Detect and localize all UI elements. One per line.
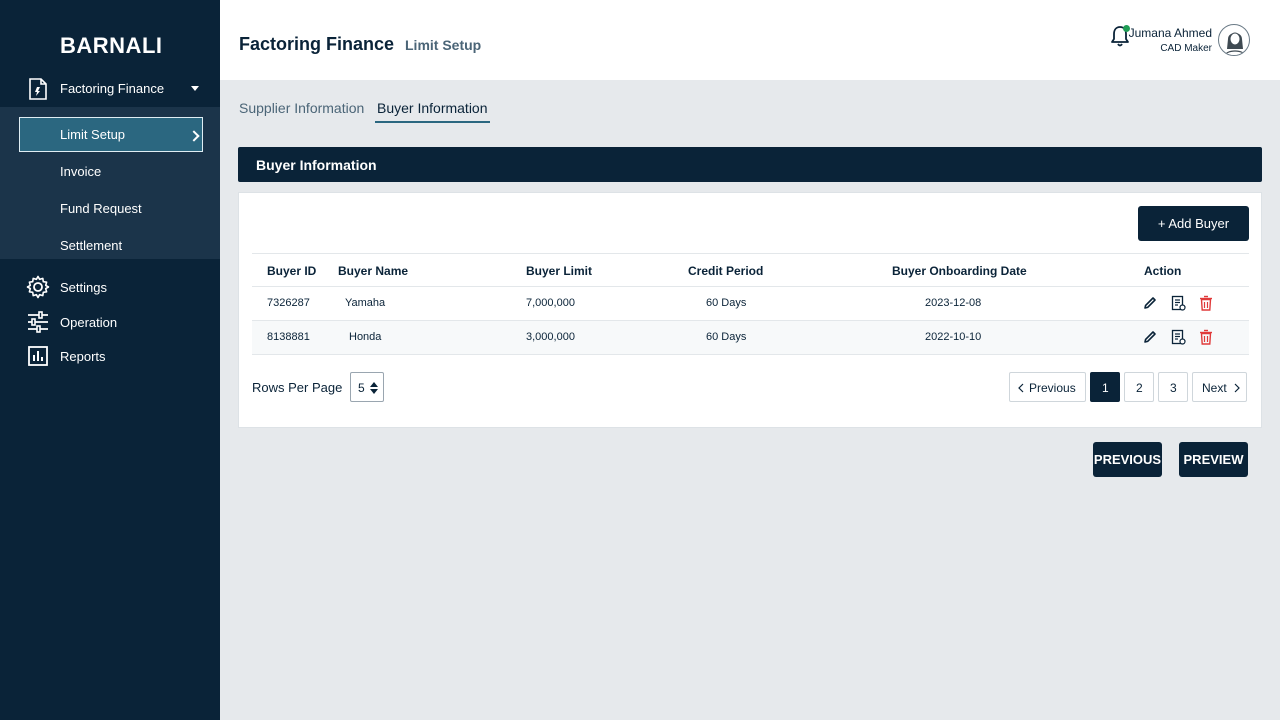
sidebar: BARNALI Factoring Finance Limit Setup In… xyxy=(0,0,220,720)
page-number: 1 xyxy=(1102,381,1109,395)
table-row: 7326287 Yamaha 7,000,000 60 Days 2023-12… xyxy=(252,287,1249,321)
section-title: Buyer Information xyxy=(256,157,377,173)
buyer-name-cell: Yamaha xyxy=(345,297,386,309)
column-header: Buyer Onboarding Date xyxy=(892,264,1027,278)
sidebar-item-label: Factoring Finance xyxy=(60,81,165,96)
sidebar-item-label: Settings xyxy=(60,280,107,295)
column-header: Action xyxy=(1144,264,1182,278)
sidebar-item-reports[interactable]: Reports xyxy=(0,339,220,373)
pagination-previous-label: Previous xyxy=(1029,381,1076,395)
chevron-down-icon xyxy=(191,86,199,91)
chevron-right-icon xyxy=(1234,383,1240,393)
buyer-id-cell: 7326287 xyxy=(267,297,310,309)
sidebar-item-label: Reports xyxy=(60,349,106,364)
top-header: Factoring Finance Limit Setup Jumana Ahm… xyxy=(220,0,1280,80)
column-header: Buyer Name xyxy=(338,264,409,278)
user-avatar-icon xyxy=(1224,32,1246,55)
tab-buyer-information[interactable]: Buyer Information xyxy=(375,100,490,123)
sidebar-item-settings[interactable]: Settings xyxy=(0,270,220,304)
column-header: Credit Period xyxy=(688,264,764,278)
view-details-icon[interactable] xyxy=(1170,329,1186,345)
view-details-icon[interactable] xyxy=(1170,295,1186,311)
sidebar-item-factoring-finance[interactable]: Factoring Finance xyxy=(0,71,220,107)
sidebar-item-label: Operation xyxy=(60,315,118,330)
column-header: Buyer Limit xyxy=(526,264,593,278)
sidebar-item-fund-request[interactable]: Fund Request xyxy=(60,201,142,216)
pagination-next-button[interactable]: Next xyxy=(1192,372,1247,402)
chart-icon xyxy=(28,346,48,366)
previous-button[interactable]: PREVIOUS xyxy=(1093,442,1162,477)
pagination-page-1[interactable]: 1 xyxy=(1090,372,1120,402)
delete-icon[interactable] xyxy=(1198,295,1214,311)
buyer-id-cell: 8138881 xyxy=(267,331,310,343)
gear-icon xyxy=(26,275,50,299)
rows-per-page-select[interactable]: 5 xyxy=(350,372,384,402)
column-header: Buyer ID xyxy=(267,264,317,278)
buyer-table-card: + Add Buyer Buyer ID Buyer Name Buyer Li… xyxy=(238,192,1262,428)
sidebar-item-operation[interactable]: Operation xyxy=(0,305,220,339)
user-role: CAD Maker xyxy=(1160,43,1212,54)
rows-per-page-label: Rows Per Page xyxy=(252,380,343,395)
page-title: Factoring Finance xyxy=(239,34,395,54)
buyer-name-cell: Honda xyxy=(349,331,382,343)
delete-icon[interactable] xyxy=(1198,329,1214,345)
tab-supplier-information[interactable]: Supplier Information xyxy=(239,100,364,121)
page-number: 2 xyxy=(1136,381,1143,395)
section-header: Buyer Information xyxy=(238,147,1262,182)
edit-icon[interactable] xyxy=(1142,329,1158,345)
user-name: Jumana Ahmed xyxy=(1128,26,1212,40)
buyer-limit-cell: 7,000,000 xyxy=(526,297,575,309)
page-number: 3 xyxy=(1170,381,1177,395)
sidebar-item-settlement[interactable]: Settlement xyxy=(60,238,122,253)
credit-period-cell: 60 Days xyxy=(706,297,747,309)
credit-period-cell: 60 Days xyxy=(706,331,747,343)
document-icon xyxy=(29,78,47,100)
sort-arrows-icon xyxy=(370,382,378,394)
table-header: Buyer ID Buyer Name Buyer Limit Credit P… xyxy=(252,253,1249,287)
buyer-limit-cell: 3,000,000 xyxy=(526,331,575,343)
preview-button[interactable]: PREVIEW xyxy=(1179,442,1248,477)
onboarding-date-cell: 2022-10-10 xyxy=(925,331,982,343)
sidebar-submenu: Limit Setup Invoice Fund Request Settlem… xyxy=(0,107,220,259)
avatar[interactable] xyxy=(1218,24,1250,56)
sidebar-item-limit-setup[interactable]: Limit Setup xyxy=(19,117,203,152)
pagination-page-3[interactable]: 3 xyxy=(1158,372,1188,402)
page-subtitle: Limit Setup xyxy=(405,37,482,53)
rows-per-page-value: 5 xyxy=(358,381,365,395)
sidebar-item-label: Limit Setup xyxy=(60,127,126,142)
chevron-left-icon xyxy=(1018,383,1024,393)
sidebar-item-invoice[interactable]: Invoice xyxy=(60,164,101,179)
sliders-icon xyxy=(28,311,48,333)
pagination-previous-button[interactable]: Previous xyxy=(1009,372,1086,402)
brand-logo: BARNALI xyxy=(60,33,163,58)
edit-icon[interactable] xyxy=(1142,295,1158,311)
table-row: 8138881 Honda 3,000,000 60 Days 2022-10-… xyxy=(252,321,1249,355)
onboarding-date-cell: 2023-12-08 xyxy=(925,297,982,309)
pagination-next-label: Next xyxy=(1202,381,1227,395)
add-buyer-button[interactable]: + Add Buyer xyxy=(1138,206,1249,241)
pagination-page-2[interactable]: 2 xyxy=(1124,372,1154,402)
